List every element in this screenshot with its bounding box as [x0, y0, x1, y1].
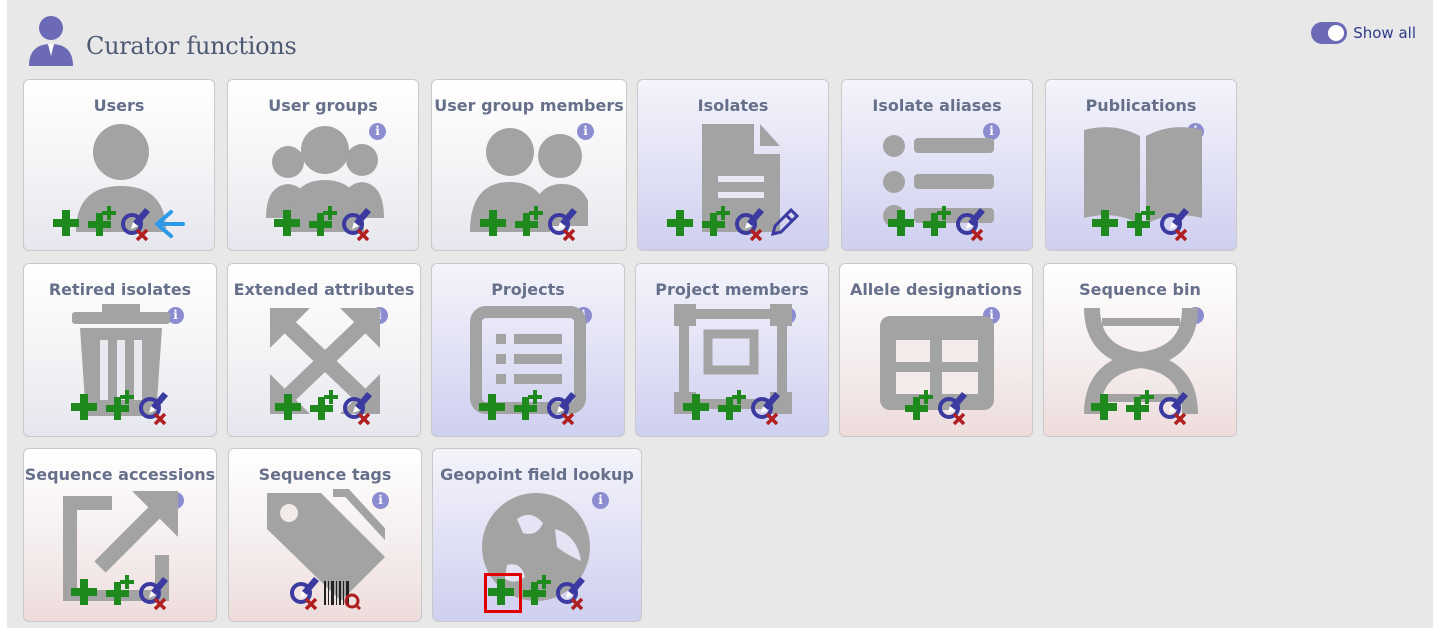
query-icon[interactable]: [340, 206, 374, 242]
batch-add-icon[interactable]: [103, 575, 137, 611]
batch-add-icon[interactable]: [920, 206, 954, 242]
barcode-scan-icon[interactable]: [322, 575, 362, 611]
query-icon[interactable]: [749, 390, 783, 426]
query-icon[interactable]: [137, 575, 171, 611]
batch-add-icon[interactable]: [1124, 206, 1158, 242]
tile-title: Extended attributes: [233, 280, 415, 299]
batch-add-icon[interactable]: [715, 390, 749, 426]
query-icon[interactable]: [137, 390, 171, 426]
tile-title: Geopoint field lookup: [440, 465, 634, 484]
show-all-toggle[interactable]: Show all: [1311, 22, 1416, 44]
add-icon[interactable]: [477, 390, 511, 426]
batch-add-icon[interactable]: [511, 390, 545, 426]
batch-add-icon[interactable]: [1123, 390, 1157, 426]
tile-title: Retired isolates: [48, 280, 192, 299]
tile-retired-isolates: Retired isolates i: [23, 263, 217, 437]
add-icon[interactable]: [51, 206, 85, 242]
batch-add-icon[interactable]: [307, 390, 341, 426]
tile-title: Sequence bin: [1079, 280, 1201, 299]
batch-add-icon[interactable]: [85, 206, 119, 242]
tile-user-group-members: User group members i: [431, 79, 627, 251]
query-icon[interactable]: [554, 575, 588, 611]
tile-isolates: Isolates: [637, 79, 829, 251]
add-icon[interactable]: [272, 206, 306, 242]
toggle-switch[interactable]: [1311, 22, 1348, 44]
tile-title: Projects: [491, 280, 565, 299]
query-icon[interactable]: [733, 206, 767, 242]
add-icon[interactable]: [1090, 206, 1124, 242]
batch-add-icon[interactable]: [512, 206, 546, 242]
tile-publications: Publications i: [1045, 79, 1237, 251]
tile-title: Sequence accessions: [24, 465, 216, 484]
curator-user-icon: [29, 16, 73, 66]
tile-isolate-aliases: Isolate aliases i: [841, 79, 1033, 251]
add-icon[interactable]: [484, 573, 522, 613]
query-icon[interactable]: [936, 390, 970, 426]
tile-sequence-tags: Sequence tags i: [228, 448, 422, 622]
query-icon[interactable]: [954, 206, 988, 242]
tile-users: Users: [23, 79, 215, 251]
tile-title: Project members: [655, 280, 809, 299]
toggle-label: Show all: [1353, 24, 1416, 42]
add-icon[interactable]: [1089, 390, 1123, 426]
batch-edit-icon[interactable]: [767, 206, 801, 242]
add-icon[interactable]: [665, 206, 699, 242]
import-arrow-icon[interactable]: [153, 206, 187, 242]
tile-title: Allele designations: [849, 280, 1023, 299]
add-icon[interactable]: [886, 206, 920, 242]
tile-title: Users: [93, 96, 145, 115]
curator-functions-panel: Curator functions Show all Users User gr…: [7, 0, 1433, 628]
tile-title: User groups: [268, 96, 378, 115]
tile-title: User group members: [434, 96, 624, 115]
add-icon[interactable]: [69, 390, 103, 426]
query-icon[interactable]: [1158, 206, 1192, 242]
batch-add-icon[interactable]: [103, 390, 137, 426]
tile-title: Sequence tags: [258, 465, 392, 484]
query-icon[interactable]: [119, 206, 153, 242]
page-title: Curator functions: [86, 32, 297, 60]
tile-sequence-accessions: Sequence accessions i: [23, 448, 217, 622]
tile-title: Isolates: [697, 96, 769, 115]
tile-projects: Projects i: [431, 263, 625, 437]
add-icon[interactable]: [69, 575, 103, 611]
query-icon[interactable]: [545, 390, 579, 426]
add-icon[interactable]: [681, 390, 715, 426]
tile-title: Isolate aliases: [872, 96, 1002, 115]
tile-extended-attributes: Extended attributes i: [227, 263, 421, 437]
query-icon[interactable]: [546, 206, 580, 242]
tile-allele-designations: Allele designations i: [839, 263, 1033, 437]
batch-add-icon[interactable]: [699, 206, 733, 242]
batch-add-icon[interactable]: [902, 390, 936, 426]
add-icon[interactable]: [478, 206, 512, 242]
query-icon[interactable]: [1157, 390, 1191, 426]
tile-project-members: Project members i: [635, 263, 829, 437]
query-icon[interactable]: [341, 390, 375, 426]
tile-user-groups: User groups i: [227, 79, 419, 251]
query-icon[interactable]: [288, 575, 322, 611]
tile-sequence-bin: Sequence bin i: [1043, 263, 1237, 437]
add-icon[interactable]: [273, 390, 307, 426]
batch-add-icon[interactable]: [520, 575, 554, 611]
tile-title: Publications: [1085, 96, 1197, 115]
batch-add-icon[interactable]: [306, 206, 340, 242]
tile-geopoint-field-lookup: Geopoint field lookup i: [432, 448, 642, 622]
